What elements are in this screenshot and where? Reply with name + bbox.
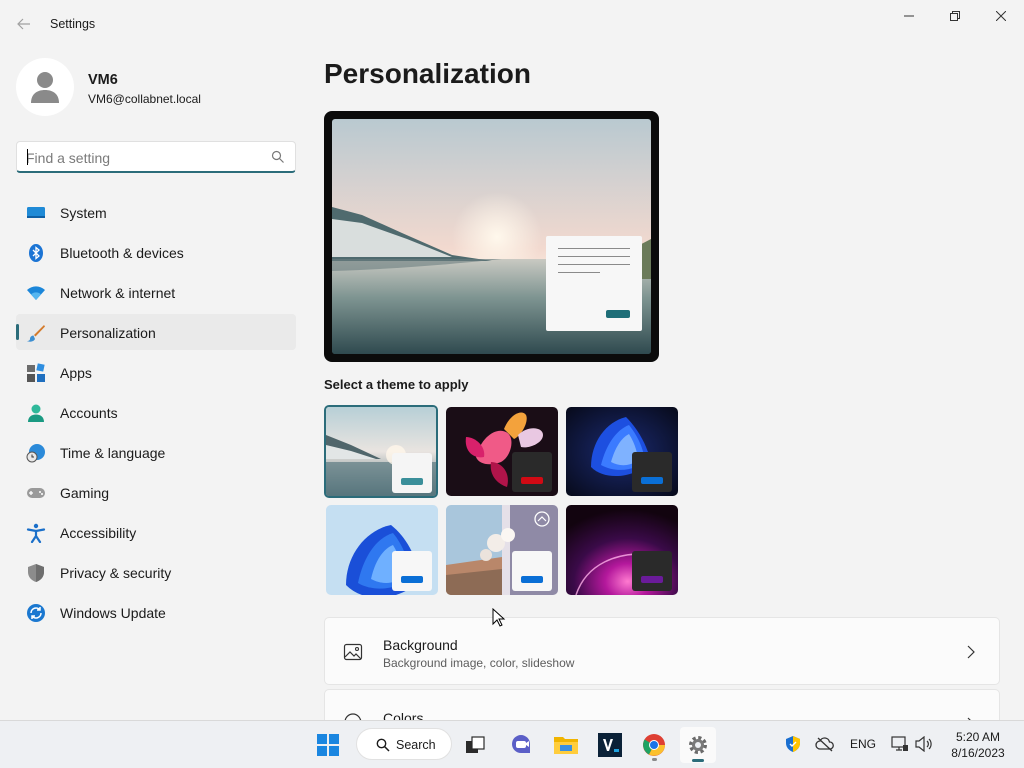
- taskbar-search[interactable]: Search: [356, 728, 452, 760]
- tray-network[interactable]: [888, 728, 912, 760]
- page-title: Personalization: [324, 58, 531, 89]
- back-button[interactable]: [12, 12, 36, 36]
- sidebar-item-label: Network & internet: [60, 285, 176, 301]
- sidebar-item-privacy[interactable]: Privacy & security: [16, 554, 296, 590]
- sidebar-item-label: Apps: [60, 365, 92, 381]
- background-setting-card[interactable]: Background Background image, color, slid…: [324, 617, 1000, 685]
- image-icon: [343, 643, 363, 661]
- task-view-button[interactable]: [457, 727, 493, 763]
- search-box[interactable]: [16, 141, 296, 173]
- task-view-icon: [466, 736, 485, 753]
- card-title: Background: [383, 637, 458, 653]
- sidebar-item-accounts[interactable]: Accounts: [16, 394, 296, 430]
- theme-tile[interactable]: [324, 405, 438, 498]
- sidebar-item-system[interactable]: System: [16, 194, 296, 230]
- card-subtitle: Background image, color, slideshow: [383, 656, 575, 670]
- theme-tile[interactable]: [446, 407, 558, 496]
- sidebar-item-accessibility[interactable]: Accessibility: [16, 514, 296, 550]
- start-icon: [317, 734, 339, 756]
- settings-taskbar-button[interactable]: [680, 727, 716, 763]
- tray-clock[interactable]: 5:20 AM 8/16/2023: [940, 729, 1016, 761]
- system-display-icon: [27, 207, 45, 218]
- sidebar-item-label: Windows Update: [60, 605, 166, 621]
- preview-window-mock: [546, 236, 642, 331]
- chrome-button[interactable]: [636, 727, 672, 763]
- cloud-offline-icon: [815, 737, 834, 752]
- sidebar-item-label: Bluetooth & devices: [60, 245, 184, 261]
- tray-onedrive[interactable]: [812, 728, 838, 760]
- arrow-left-icon: [17, 18, 30, 30]
- clock-date: 8/16/2023: [951, 746, 1005, 760]
- sidebar-item-label: System: [60, 205, 107, 221]
- theme-tile[interactable]: [566, 505, 678, 595]
- avatar[interactable]: [16, 58, 74, 116]
- file-explorer-icon: [554, 737, 578, 754]
- taskbar-search-label: Search: [396, 738, 436, 752]
- sidebar-item-label: Time & language: [60, 445, 166, 461]
- apps-icon: [27, 363, 45, 382]
- theme-tile[interactable]: [566, 407, 678, 496]
- speaker-icon: [915, 736, 932, 752]
- text-caret: [27, 149, 28, 165]
- settings-icon: [689, 736, 707, 754]
- app-title: Settings: [50, 17, 96, 31]
- file-explorer-button[interactable]: [548, 727, 584, 763]
- theme-preview: [324, 111, 659, 362]
- sidebar-item-label: Personalization: [60, 325, 156, 341]
- sidebar-item-apps[interactable]: Apps: [16, 354, 296, 390]
- teams-chat-button[interactable]: [503, 727, 539, 763]
- search-input[interactable]: [26, 148, 256, 168]
- wifi-icon: [27, 286, 45, 300]
- teams-chat-icon: [512, 735, 530, 753]
- restore-icon: [950, 11, 960, 21]
- tray-security[interactable]: [780, 728, 806, 760]
- theme-tile[interactable]: [446, 505, 558, 595]
- search-icon: [376, 738, 390, 752]
- tray-language[interactable]: ENG: [845, 728, 881, 760]
- chrome-icon: [643, 734, 665, 756]
- close-button[interactable]: [978, 0, 1024, 32]
- theme-tile[interactable]: [326, 505, 438, 595]
- user-name: VM6: [88, 72, 118, 88]
- minimize-icon: [904, 15, 914, 17]
- globe-clock-icon: [26, 444, 45, 463]
- bluetooth-icon: [29, 244, 43, 262]
- gamepad-icon: [27, 488, 45, 498]
- network-ethernet-icon: [891, 736, 908, 751]
- sidebar-item-windows-update[interactable]: Windows Update: [16, 594, 296, 630]
- user-email: VM6@collabnet.local: [88, 92, 201, 106]
- sidebar-item-network[interactable]: Network & internet: [16, 274, 296, 310]
- windows-security-icon: [786, 736, 800, 752]
- sidebar-item-label: Privacy & security: [60, 565, 172, 581]
- chevron-right-icon: [967, 645, 975, 659]
- start-button[interactable]: [310, 727, 346, 763]
- sidebar-item-label: Gaming: [60, 485, 110, 501]
- sidebar-item-label: Accounts: [60, 405, 118, 421]
- sidebar-item-bluetooth[interactable]: Bluetooth & devices: [16, 234, 296, 270]
- theme-section-label: Select a theme to apply: [324, 377, 469, 392]
- paintbrush-icon: [27, 325, 45, 342]
- sidebar-item-gaming[interactable]: Gaming: [16, 474, 296, 510]
- sidebar-item-label: Accessibility: [60, 525, 137, 541]
- user-icon: [31, 72, 59, 103]
- title-bar: Settings: [0, 0, 1024, 48]
- shield-icon: [28, 564, 44, 582]
- mouse-pointer-icon: [492, 608, 506, 627]
- preview-wallpaper: [332, 119, 651, 354]
- vmware-button[interactable]: [592, 727, 628, 763]
- sidebar-item-time-language[interactable]: Time & language: [16, 434, 296, 470]
- vmware-icon: [598, 733, 622, 757]
- sidebar-nav: System Bluetooth & devices Network & int…: [16, 194, 296, 634]
- tray-volume[interactable]: [912, 728, 936, 760]
- restore-button[interactable]: [932, 0, 978, 32]
- theme-grid: [324, 405, 680, 597]
- accessibility-icon: [26, 523, 46, 543]
- clock-time: 5:20 AM: [955, 730, 1001, 744]
- close-icon: [996, 11, 1006, 21]
- windows-update-icon: [27, 604, 45, 622]
- sidebar-item-personalization[interactable]: Personalization: [16, 314, 296, 350]
- minimize-button[interactable]: [886, 0, 932, 32]
- search-icon: [271, 150, 284, 163]
- accounts-icon: [28, 404, 44, 422]
